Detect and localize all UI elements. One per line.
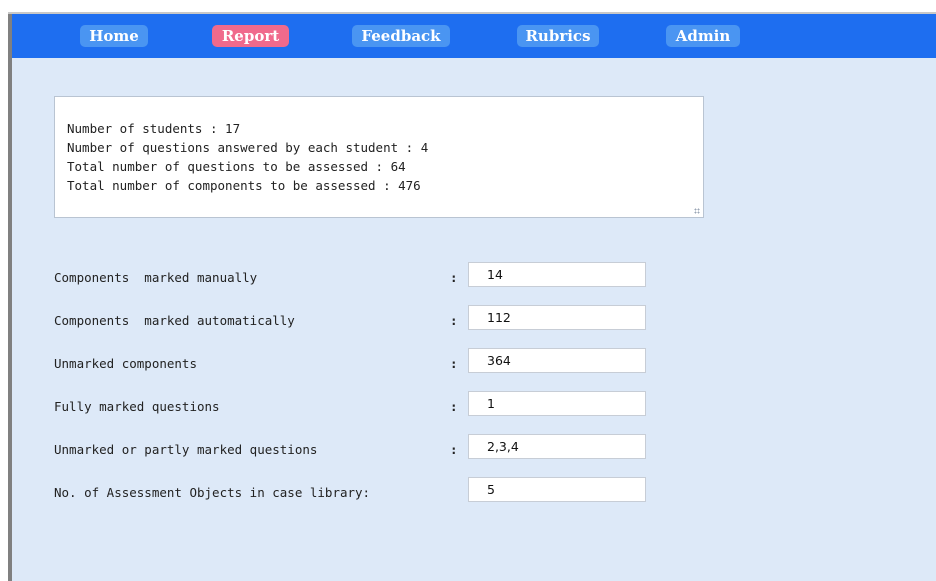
assessment-objects-field[interactable]: 5 xyxy=(468,477,646,502)
manual-marked-label: Components marked manually xyxy=(54,270,258,285)
unmarked-components-field[interactable]: 364 xyxy=(468,348,646,373)
auto-marked-colon: : xyxy=(450,313,458,328)
auto-marked-label: Components marked automatically xyxy=(54,313,295,328)
auto-marked-field[interactable]: 112 xyxy=(468,305,646,330)
nav-report-button[interactable]: Report xyxy=(212,25,289,47)
manual-marked-colon: : xyxy=(450,270,458,285)
manual-marked-field[interactable]: 14 xyxy=(468,262,646,287)
total-questions-text: Total number of questions to be assessed… xyxy=(67,159,406,174)
app-window: Home Report Feedback Rubrics Admin Numbe… xyxy=(0,0,936,581)
fully-marked-field[interactable]: 1 xyxy=(468,391,646,416)
nav-bar: Home Report Feedback Rubrics Admin xyxy=(12,14,936,58)
questions-per-student-text: Number of questions answered by each stu… xyxy=(67,140,429,155)
summary-textarea[interactable]: Number of students : 17 Number of questi… xyxy=(54,96,704,218)
students-count-text: Number of students : 17 xyxy=(67,121,241,136)
total-components-text: Total number of components to be assesse… xyxy=(67,178,421,193)
partly-marked-field[interactable]: 2,3,4 xyxy=(468,434,646,459)
report-content: Number of students : 17 Number of questi… xyxy=(12,58,936,581)
unmarked-components-label: Unmarked components xyxy=(54,356,197,371)
fully-marked-label: Fully marked questions xyxy=(54,399,220,414)
nav-admin-button[interactable]: Admin xyxy=(666,25,740,47)
nav-feedback-button[interactable]: Feedback xyxy=(352,25,450,47)
partly-marked-label: Unmarked or partly marked questions xyxy=(54,442,318,457)
resize-grip-icon[interactable] xyxy=(694,208,700,214)
assessment-objects-label: No. of Assessment Objects in case librar… xyxy=(54,485,371,500)
unmarked-components-colon: : xyxy=(450,356,458,371)
fully-marked-colon: : xyxy=(450,399,458,414)
nav-home-button[interactable]: Home xyxy=(80,25,148,47)
partly-marked-colon: : xyxy=(450,442,458,457)
nav-rubrics-button[interactable]: Rubrics xyxy=(517,25,599,47)
